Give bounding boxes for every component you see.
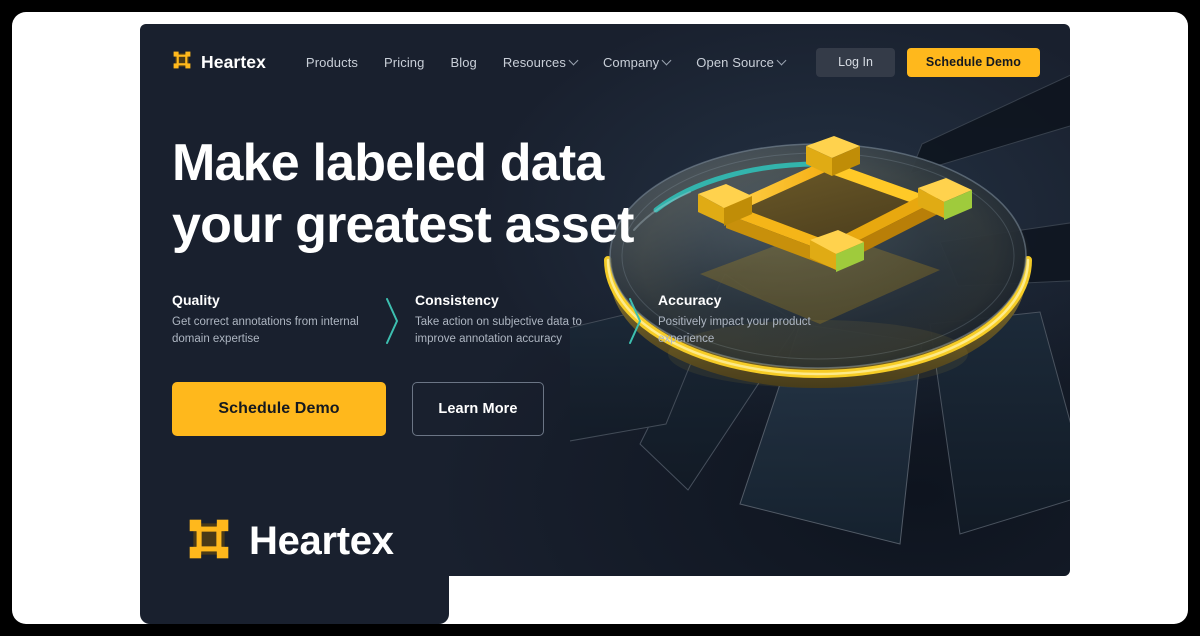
brand-name: Heartex [249, 519, 394, 563]
chevron-down-icon [776, 55, 787, 65]
nav-actions: Log In Schedule Demo [816, 47, 1040, 77]
schedule-demo-button[interactable]: Schedule Demo [172, 382, 386, 436]
nav-item-label: Pricing [384, 54, 425, 70]
schedule-demo-nav-button[interactable]: Schedule Demo [906, 47, 1040, 77]
feature-quality: Quality Get correct annotations from int… [172, 292, 369, 348]
nav-item-open-source[interactable]: Open Source [696, 54, 787, 70]
nav-item-label: Resources [502, 54, 566, 70]
feature-description: Take action on subjective data to improv… [415, 316, 582, 345]
feature-title: Quality [172, 292, 220, 308]
nav-item-resources[interactable]: Resources [502, 54, 579, 70]
brand-logo-link[interactable]: Heartex [172, 50, 266, 75]
feature-title: Accuracy [658, 292, 722, 308]
bounding-box-logo-icon [186, 516, 232, 567]
chevron-separator-icon [369, 292, 415, 344]
feature-accuracy: Accuracy Positively impact your product … [658, 292, 855, 348]
feature-description: Positively impact your product experienc… [658, 316, 811, 345]
hero-cta-row: Schedule Demo Learn More [172, 382, 544, 436]
log-in-button[interactable]: Log In [816, 47, 895, 77]
nav-links: Products Pricing Blog Resources Company [306, 54, 787, 70]
headline-line-1: Make labeled data [172, 134, 604, 192]
chevron-down-icon [568, 55, 579, 65]
feature-description: Get correct annotations from internal do… [172, 316, 359, 345]
feature-consistency: Consistency Take action on subjective da… [415, 292, 612, 348]
nav-item-label: Products [305, 54, 359, 70]
nav-item-company[interactable]: Company [602, 54, 672, 70]
page-card: Heartex Products Pricing Blog Resources … [12, 12, 1188, 624]
learn-more-button[interactable]: Learn More [412, 382, 544, 436]
nav-item-label: Company [602, 54, 660, 70]
brand-logo-panel: Heartex [140, 484, 449, 624]
brand-name: Heartex [201, 51, 266, 72]
nav-item-label: Open Source [696, 54, 774, 70]
bounding-box-logo-icon [172, 50, 192, 75]
hero-feature-row: Quality Get correct annotations from int… [172, 292, 855, 348]
brand-logo-panel-content: Heartex [186, 516, 394, 567]
chevron-down-icon [661, 55, 672, 65]
feature-title: Consistency [415, 292, 499, 308]
nav-item-products[interactable]: Products [306, 55, 358, 70]
chevron-separator-icon [612, 292, 658, 344]
main-navigation: Heartex Products Pricing Blog Resources … [140, 24, 1070, 100]
nav-item-pricing[interactable]: Pricing [384, 55, 424, 70]
hero-headline: Make labeled data your greatest asset [172, 132, 702, 256]
headline-line-2: your greatest asset [172, 196, 634, 254]
nav-item-label: Blog [450, 54, 477, 70]
nav-item-blog[interactable]: Blog [450, 55, 476, 70]
